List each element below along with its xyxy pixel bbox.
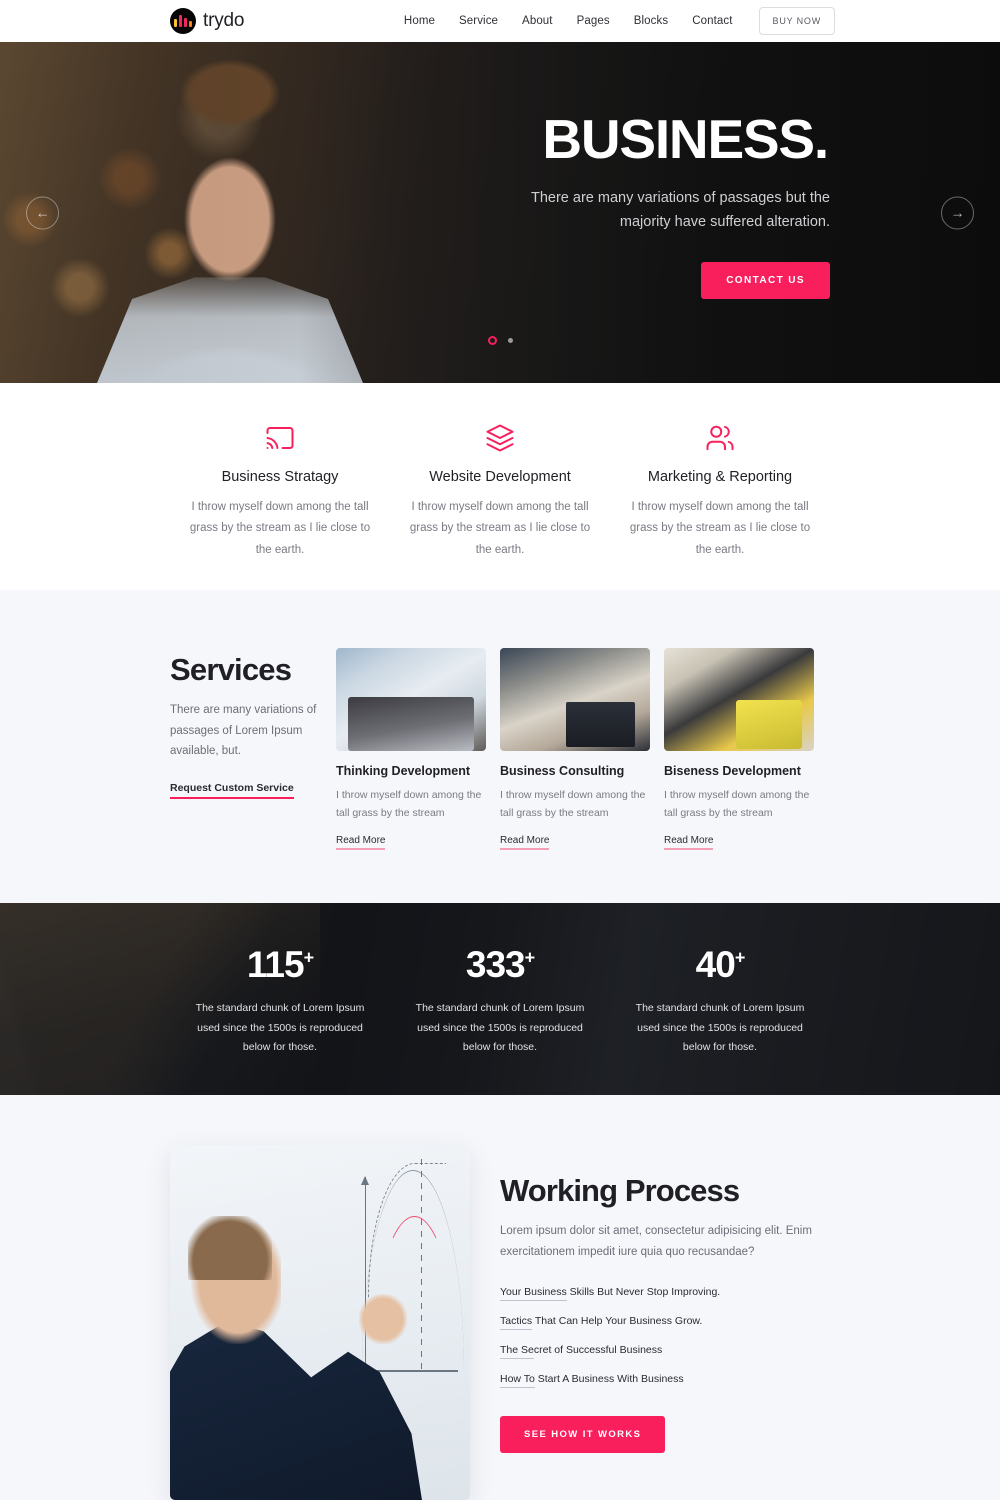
process-list-item[interactable]: Your Business Skills But Never Stop Impr…: [500, 1285, 830, 1301]
counter-text: The standard chunk of Lorem Ipsum used s…: [635, 1002, 805, 1054]
main-nav: Home Service About Pages Blocks Contact …: [392, 7, 1000, 35]
counter-text: The standard chunk of Lorem Ipsum used s…: [415, 1002, 585, 1054]
counter-number: 40+: [624, 946, 816, 983]
service-card-image: [664, 648, 814, 751]
service-card-title: Thinking Development: [336, 764, 471, 778]
feature-text: I throw myself down among the tall grass…: [629, 501, 811, 556]
request-custom-service-link[interactable]: Request Custom Service: [170, 782, 294, 800]
services-heading: Services: [170, 652, 292, 687]
buy-now-button[interactable]: BUY NOW: [758, 7, 835, 35]
brand-logo[interactable]: trydo: [170, 8, 244, 34]
counter-value: 115: [246, 944, 305, 986]
counter-number: 333+: [404, 946, 596, 983]
counter-item: 333+ The standard chunk of Lorem Ipsum u…: [390, 946, 610, 1057]
hero-content: BUSINESS. There are many variations of p…: [170, 42, 830, 383]
person-hair: [188, 1216, 272, 1280]
nav-item-contact[interactable]: Contact: [680, 15, 744, 27]
working-process-section: Working Process Lorem ipsum dolor sit am…: [0, 1095, 1000, 1500]
counter-value: 333: [465, 944, 526, 986]
nav-item-service[interactable]: Service: [447, 15, 510, 27]
service-card-text: I throw myself down among the tall grass…: [500, 789, 646, 820]
hero-title: BUSINESS.: [542, 107, 829, 170]
counters-section: 115+ The standard chunk of Lorem Ipsum u…: [0, 903, 1000, 1095]
feature-title: Business Stratagy: [221, 469, 339, 485]
whiteboard-baseline: [365, 1370, 458, 1372]
service-card[interactable]: Thinking Development I throw myself down…: [336, 648, 486, 903]
carousel-dots: [0, 336, 1000, 345]
feature-text: I throw myself down among the tall grass…: [189, 501, 371, 556]
feature-title: Website Development: [429, 469, 571, 485]
person-hand: [359, 1294, 407, 1344]
process-item-rest: cret of Successful Business: [533, 1343, 663, 1356]
process-list-item[interactable]: The Secret of Successful Business: [500, 1343, 830, 1359]
process-item-rest: Start A Business With Business: [534, 1372, 684, 1385]
read-more-link[interactable]: Read More: [336, 835, 386, 850]
read-more-link[interactable]: Read More: [664, 835, 714, 850]
services-intro: Services There are many variations of pa…: [170, 648, 320, 903]
read-more-link[interactable]: Read More: [500, 835, 550, 850]
counter-suffix: +: [734, 948, 745, 969]
brand-name: trydo: [203, 10, 245, 31]
feature-text: I throw myself down among the tall grass…: [409, 501, 591, 556]
counter-item: 115+ The standard chunk of Lorem Ipsum u…: [170, 946, 390, 1057]
services-row: Services There are many variations of pa…: [170, 648, 830, 903]
hero-subtitle: There are many variations of passages bu…: [530, 189, 830, 230]
counter-number: 115+: [184, 946, 376, 983]
trydo-logo-icon: [170, 8, 196, 34]
nav-item-home[interactable]: Home: [392, 15, 447, 27]
nav-item-about[interactable]: About: [510, 15, 565, 27]
process-list-item[interactable]: How To Start A Business With Business: [500, 1372, 830, 1388]
counter-suffix: +: [303, 948, 314, 969]
service-card[interactable]: Business Consulting I throw myself down …: [500, 648, 650, 903]
users-icon: [626, 421, 814, 455]
process-item-lead: How To: [500, 1372, 535, 1388]
working-process-description: Lorem ipsum dolor sit amet, consectetur …: [500, 1225, 812, 1259]
feature-card-website-development[interactable]: Website Development I throw myself down …: [390, 421, 610, 590]
working-process-list: Your Business Skills But Never Stop Impr…: [500, 1285, 830, 1388]
process-item-lead: The Se: [500, 1343, 534, 1359]
nav-item-blocks[interactable]: Blocks: [622, 15, 680, 27]
hero-slider: BUSINESS. There are many variations of p…: [0, 42, 1000, 383]
carousel-prev-arrow-icon[interactable]: ←: [26, 196, 59, 229]
process-item-lead: Your Business: [500, 1285, 567, 1301]
working-process-row: Working Process Lorem ipsum dolor sit am…: [170, 1145, 830, 1500]
see-how-it-works-button[interactable]: SEE HOW IT WORKS: [500, 1415, 666, 1453]
service-card-title: Biseness Development: [664, 764, 801, 778]
hero-contact-us-button[interactable]: CONTACT US: [701, 262, 830, 300]
counter-item: 40+ The standard chunk of Lorem Ipsum us…: [610, 946, 830, 1057]
services-description: There are many variations of passages of…: [170, 704, 317, 758]
process-item-lead: Tactics: [500, 1314, 533, 1330]
service-card-image: [500, 648, 650, 751]
features-section: Business Stratagy I throw myself down am…: [0, 383, 1000, 590]
working-process-content: Working Process Lorem ipsum dolor sit am…: [500, 1145, 830, 1500]
process-list-item[interactable]: Tactics That Can Help Your Business Grow…: [500, 1314, 830, 1330]
working-process-image: [170, 1145, 470, 1500]
counter-suffix: +: [524, 948, 535, 969]
carousel-dot-2[interactable]: [507, 338, 513, 343]
feature-card-marketing-reporting[interactable]: Marketing & Reporting I throw myself dow…: [610, 421, 830, 590]
counters-row: 115+ The standard chunk of Lorem Ipsum u…: [170, 903, 830, 1095]
carousel-next-arrow-icon[interactable]: →: [941, 196, 974, 229]
service-card-text: I throw myself down among the tall grass…: [664, 789, 810, 820]
process-item-rest: Skills But Never Stop Improving.: [566, 1285, 721, 1298]
features-row: Business Stratagy I throw myself down am…: [170, 421, 830, 590]
feature-title: Marketing & Reporting: [647, 469, 793, 485]
process-item-rest: That Can Help Your Business Grow.: [532, 1314, 703, 1327]
service-card[interactable]: Biseness Development I throw myself down…: [664, 648, 814, 903]
services-section: Services There are many variations of pa…: [0, 590, 1000, 903]
site-header: trydo Home Service About Pages Blocks Co…: [0, 0, 1000, 42]
layers-icon: [406, 421, 594, 455]
feature-card-business-stratagy[interactable]: Business Stratagy I throw myself down am…: [170, 421, 390, 590]
whiteboard-dashed-line: [420, 1159, 422, 1373]
service-card-title: Business Consulting: [500, 764, 625, 778]
nav-item-pages[interactable]: Pages: [565, 15, 622, 27]
counter-text: The standard chunk of Lorem Ipsum used s…: [195, 1002, 365, 1054]
service-card-image: [336, 648, 486, 751]
counter-value: 40: [695, 944, 736, 986]
service-card-text: I throw myself down among the tall grass…: [336, 789, 482, 820]
carousel-dot-1[interactable]: [487, 336, 497, 345]
working-process-heading: Working Process: [500, 1173, 740, 1208]
service-cards: Thinking Development I throw myself down…: [336, 648, 830, 903]
cast-icon: [186, 421, 374, 455]
